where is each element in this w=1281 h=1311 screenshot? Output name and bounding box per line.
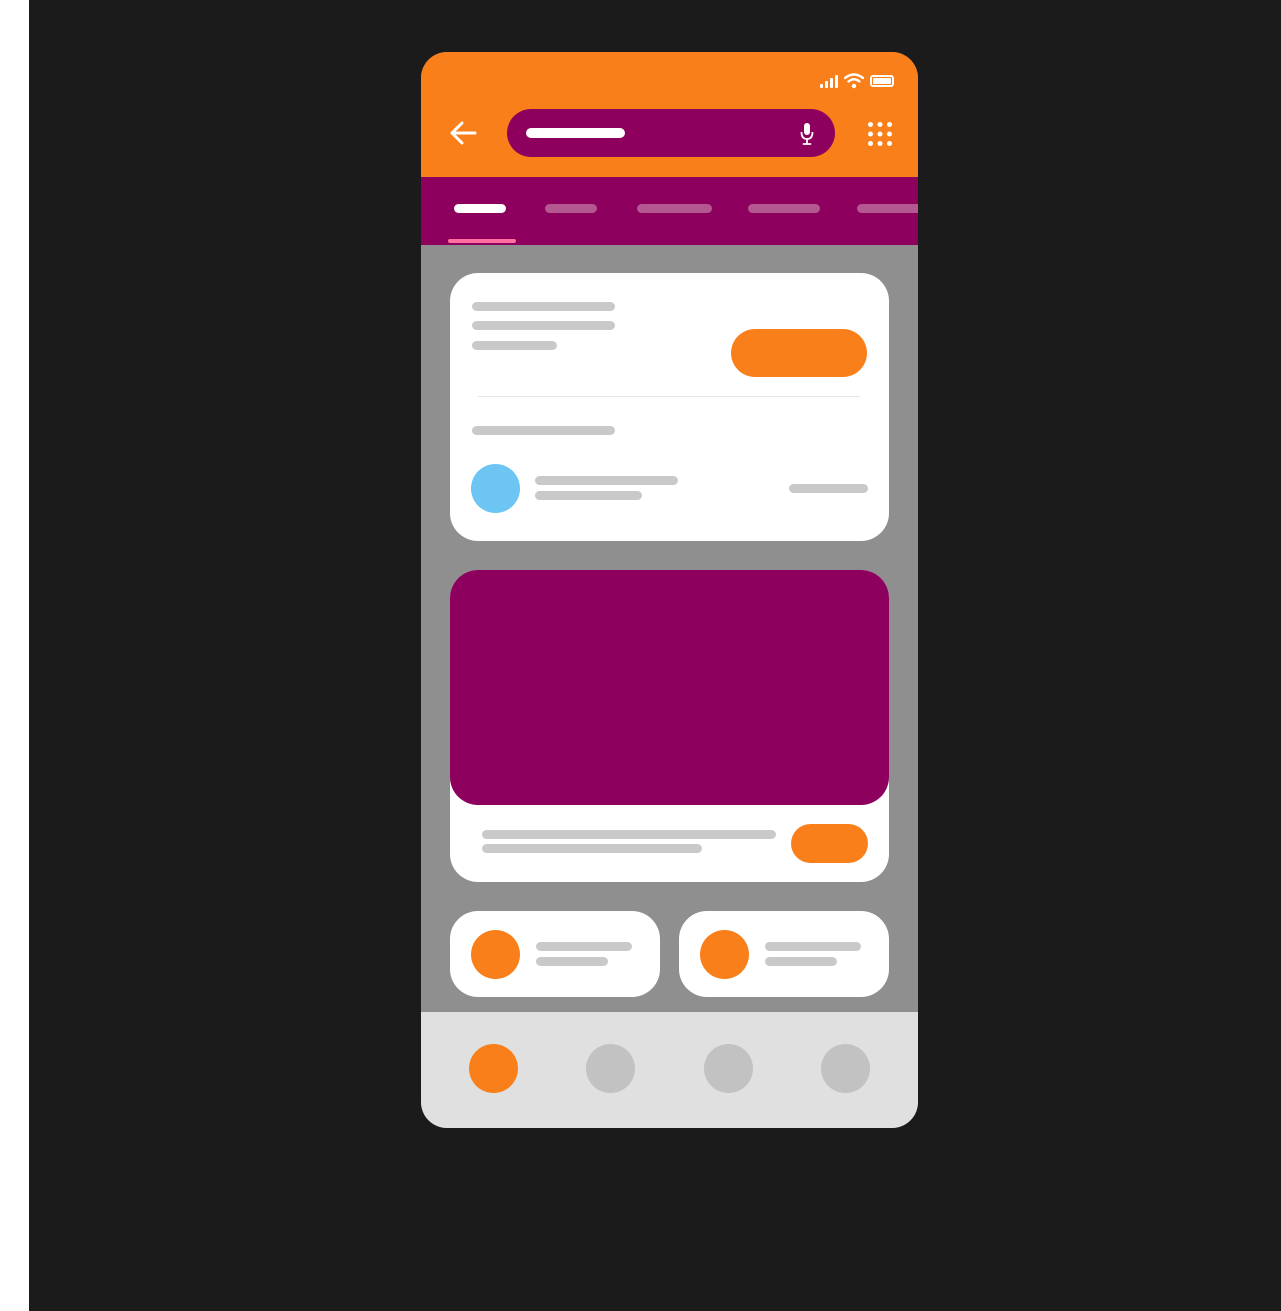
- skeleton-line: [535, 491, 642, 500]
- search-query-placeholder: [526, 128, 625, 138]
- tab-3[interactable]: [637, 204, 712, 213]
- tab-2[interactable]: [545, 204, 597, 213]
- skeleton-line: [765, 957, 837, 966]
- skeleton-line: [789, 484, 868, 493]
- microphone-icon[interactable]: [799, 122, 815, 146]
- shortcut-card-1[interactable]: [450, 911, 660, 997]
- shortcut-icon: [700, 930, 749, 979]
- nav-item-1[interactable]: [469, 1044, 518, 1093]
- bottom-navigation: [421, 1012, 918, 1128]
- skeleton-line: [472, 426, 615, 435]
- skeleton-line: [482, 844, 702, 853]
- skeleton-line: [765, 942, 861, 951]
- media-card[interactable]: [450, 570, 889, 882]
- battery-icon: [870, 75, 894, 87]
- skeleton-line: [472, 302, 615, 311]
- shortcut-card-2[interactable]: [679, 911, 889, 997]
- nav-item-2[interactable]: [586, 1044, 635, 1093]
- divider: [478, 396, 860, 397]
- app-bar: [421, 52, 918, 177]
- nav-item-3[interactable]: [704, 1044, 753, 1093]
- tab-5[interactable]: [857, 204, 918, 213]
- tab-1[interactable]: [454, 204, 506, 213]
- media-banner: [450, 570, 889, 805]
- arrow-left-icon[interactable]: [447, 118, 479, 148]
- media-action-button[interactable]: [791, 824, 868, 863]
- signal-icon: [820, 74, 838, 88]
- phone-screen: [421, 52, 918, 1128]
- skeleton-line: [472, 341, 557, 350]
- skeleton-line: [536, 942, 632, 951]
- tab-4[interactable]: [748, 204, 820, 213]
- skeleton-line: [535, 476, 678, 485]
- skeleton-line: [536, 957, 608, 966]
- primary-action-button[interactable]: [731, 329, 867, 377]
- status-bar: [820, 72, 894, 90]
- tab-bar: [421, 177, 918, 245]
- skeleton-line: [472, 321, 615, 330]
- wifi-icon: [844, 73, 864, 89]
- nav-item-4[interactable]: [821, 1044, 870, 1093]
- left-edge-strip: [0, 0, 29, 1311]
- skeleton-line: [482, 830, 776, 839]
- tab-selected-indicator: [448, 239, 516, 243]
- apps-grid-icon[interactable]: [867, 121, 893, 147]
- summary-card: [450, 273, 889, 541]
- avatar[interactable]: [471, 464, 520, 513]
- shortcut-icon: [471, 930, 520, 979]
- search-input[interactable]: [507, 109, 835, 157]
